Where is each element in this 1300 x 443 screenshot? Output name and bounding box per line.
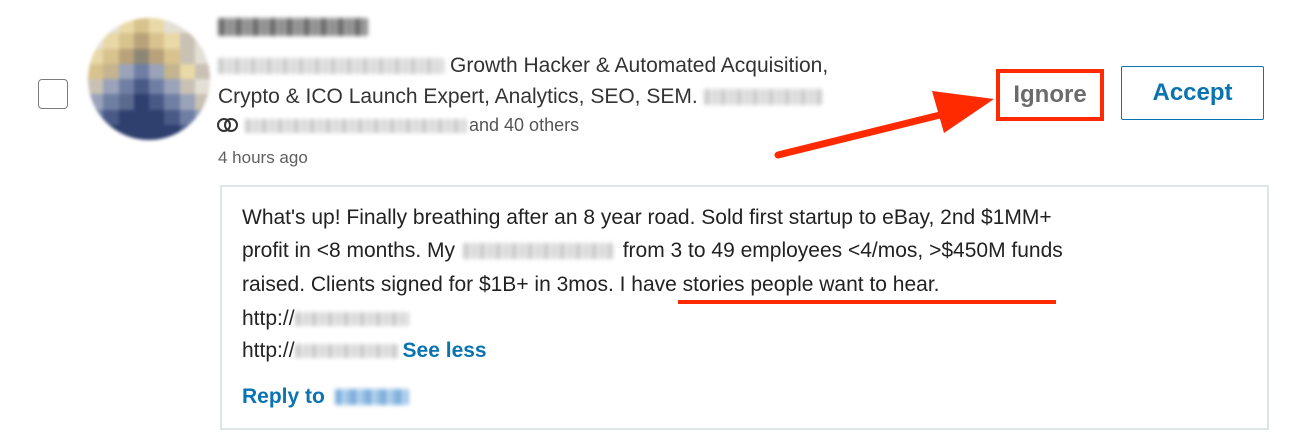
redacted-link-2[interactable] [294, 344, 399, 359]
message-link-2[interactable]: http:// See less [242, 336, 487, 366]
headline-line1: Growth Hacker & Automated Acquisition, [450, 54, 829, 77]
mutual-connections-label: and 40 others [469, 115, 580, 135]
see-less-link[interactable]: See less [403, 339, 487, 362]
select-checkbox[interactable] [38, 79, 68, 109]
ignore-button[interactable]: Ignore [996, 69, 1104, 121]
reply-label[interactable]: Reply to [242, 385, 325, 408]
mutual-connections-icon [217, 118, 238, 132]
annotation-arrow [774, 91, 994, 159]
message-line-3-start: raised. Clients signed for $1B+ in 3mos. [242, 273, 614, 296]
reply-link[interactable]: Reply to [242, 383, 409, 411]
link-1-prefix[interactable]: http:// [242, 307, 295, 330]
redacted-company [218, 58, 444, 75]
message-line-2-start: profit in <8 months. My [242, 239, 456, 262]
message-link-1[interactable]: http:// [242, 304, 409, 334]
mutual-connections[interactable]: and 40 others [217, 113, 579, 137]
redacted-link-1[interactable] [294, 312, 409, 327]
message-highlight: I have stories people want to hear. [619, 273, 940, 296]
message-line-3: raised. Clients signed for $1B+ in 3mos.… [242, 270, 940, 300]
message-line-1: What's up! Finally breathing after an 8 … [242, 206, 1052, 229]
accept-button[interactable]: Accept [1121, 66, 1264, 120]
message-line-2: profit in <8 months. My from 3 to 49 emp… [242, 236, 1063, 266]
avatar[interactable] [88, 18, 210, 140]
highlight-underline [678, 300, 1056, 304]
link-2-prefix[interactable]: http:// [242, 339, 295, 362]
redacted-reply-name[interactable] [334, 389, 409, 406]
redacted-mutual-name [245, 119, 467, 134]
redacted-company-name [462, 243, 613, 260]
message-line-2-end: from 3 to 49 employees <4/mos, >$450M fu… [622, 239, 1063, 262]
headline-line2: Crypto & ICO Launch Expert, Analytics, S… [218, 85, 698, 108]
sender-name-redacted[interactable] [218, 18, 368, 36]
invitation-timestamp: 4 hours ago [218, 148, 308, 167]
